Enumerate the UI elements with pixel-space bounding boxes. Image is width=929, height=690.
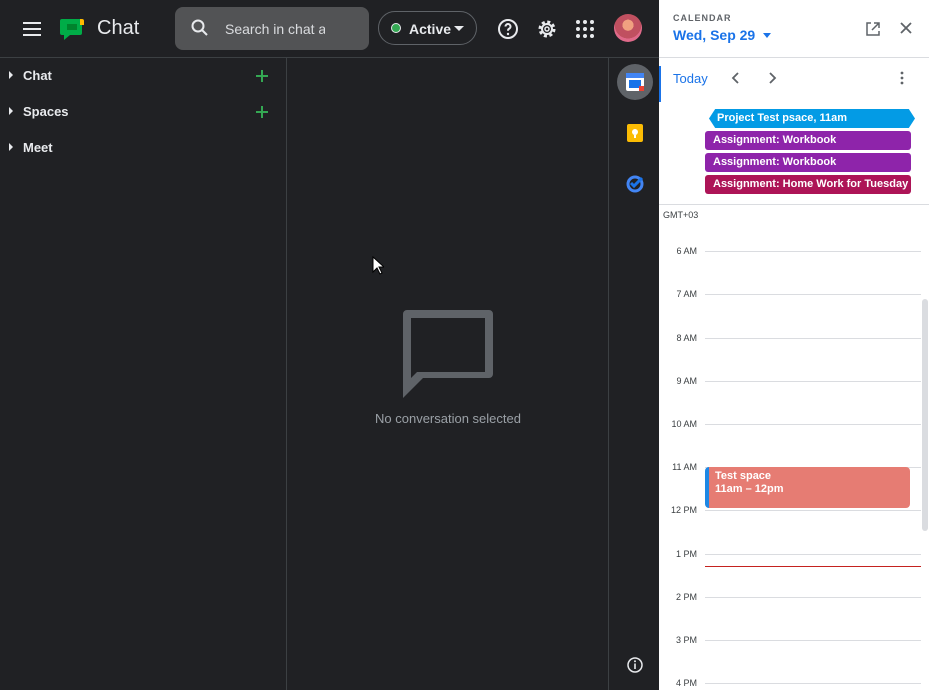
nav-section-meet[interactable]: Meet: [0, 130, 287, 166]
hour-line: [705, 251, 921, 252]
hour-line: [705, 424, 921, 425]
more-vert-icon[interactable]: [895, 71, 909, 85]
search-icon[interactable]: [190, 18, 210, 38]
add-chat-icon[interactable]: [253, 67, 271, 85]
status-dot: [391, 23, 401, 33]
tasks-icon[interactable]: [617, 165, 653, 201]
conversation-pane: No conversation selected: [288, 58, 608, 690]
calendar-event[interactable]: Test space 11am – 12pm: [705, 467, 910, 508]
event-title: Test space: [715, 470, 772, 482]
hour-label: 1 PM: [675, 549, 697, 559]
chat-bubble-icon: [403, 310, 493, 398]
nav-section-spaces[interactable]: Spaces: [0, 94, 287, 130]
hour-line: [705, 381, 921, 382]
left-nav: Chat Spaces Meet: [0, 58, 287, 690]
status-label: Active: [409, 21, 452, 37]
all-day-events: Project Test psace, 11am Assignment: Wor…: [659, 107, 929, 205]
chevron-left-icon[interactable]: [729, 71, 743, 85]
close-icon[interactable]: [899, 21, 913, 35]
hour-label: 6 AM: [676, 246, 697, 256]
event-time: 11am – 12pm: [715, 483, 784, 495]
open-in-new-icon[interactable]: [865, 21, 881, 37]
search-input[interactable]: [225, 19, 325, 39]
calendar-icon[interactable]: [617, 64, 653, 100]
hour-label: 12 PM: [670, 505, 697, 515]
hour-line: [705, 338, 921, 339]
chevron-down-icon[interactable]: [763, 33, 771, 38]
hour-line: [705, 510, 921, 511]
nav-label-meet: Meet: [23, 140, 53, 155]
hour-line: [705, 640, 921, 641]
today-button[interactable]: Today: [673, 71, 708, 86]
hour-label: 9 AM: [676, 376, 697, 386]
chevron-right-icon[interactable]: [9, 143, 13, 151]
nav-label-spaces: Spaces: [23, 104, 69, 119]
nav-section-chat[interactable]: Chat: [0, 58, 287, 94]
mouse-cursor-icon: [372, 256, 384, 275]
hour-label: 10 AM: [671, 419, 697, 429]
calendar-nav: Today: [659, 58, 929, 102]
avatar[interactable]: [614, 14, 642, 42]
menu-icon[interactable]: [20, 17, 44, 41]
gear-icon[interactable]: [535, 17, 559, 41]
all-day-event-chip[interactable]: Assignment: Workbook: [705, 131, 911, 150]
day-grid[interactable]: GMT+03 6 AM 7 AM 8 AM 9 AM 10 AM 11 AM 1…: [659, 205, 929, 690]
google-chat-logo[interactable]: [60, 16, 86, 42]
current-time-indicator: [705, 566, 921, 567]
hour-label: 3 PM: [675, 635, 697, 645]
hour-line: [705, 294, 921, 295]
chevron-right-icon[interactable]: [9, 107, 13, 115]
app-title: Chat: [97, 17, 140, 39]
calendar-header: CALENDAR Wed, Sep 29: [659, 0, 929, 58]
info-icon[interactable]: [617, 647, 653, 683]
keep-icon[interactable]: [617, 115, 653, 151]
hour-label: 4 PM: [675, 678, 697, 688]
hour-label: 8 AM: [676, 333, 697, 343]
hour-label: 2 PM: [675, 592, 697, 602]
help-icon[interactable]: [496, 17, 520, 41]
apps-grid-icon[interactable]: [573, 17, 597, 41]
top-bar: Chat Active: [0, 0, 659, 58]
chevron-right-icon[interactable]: [765, 71, 779, 85]
calendar-label: CALENDAR: [673, 13, 732, 23]
hour-line: [705, 597, 921, 598]
nav-label-chat: Chat: [23, 68, 52, 83]
hour-label: 11 AM: [672, 462, 697, 472]
add-space-icon[interactable]: [253, 103, 271, 121]
timezone-label: GMT+03: [663, 210, 699, 220]
active-indicator: [659, 66, 661, 102]
chevron-down-icon: [454, 26, 464, 31]
hour-label: 7 AM: [676, 289, 697, 299]
calendar-panel: CALENDAR Wed, Sep 29 Today Project Test …: [659, 0, 929, 690]
all-day-event-chip[interactable]: Assignment: Home Work for Tuesday (1: [705, 175, 911, 194]
hour-line: [705, 683, 921, 684]
chevron-right-icon[interactable]: [9, 71, 13, 79]
hour-line: [705, 554, 921, 555]
status-dropdown[interactable]: Active: [378, 11, 477, 45]
empty-state-text: No conversation selected: [375, 411, 521, 426]
scrollbar[interactable]: [922, 299, 928, 531]
all-day-event-chip[interactable]: Project Test psace, 11am: [709, 109, 915, 128]
side-rail: [608, 58, 659, 690]
all-day-event-chip[interactable]: Assignment: Workbook: [705, 153, 911, 172]
search-box[interactable]: [175, 7, 369, 50]
calendar-date-selector[interactable]: Wed, Sep 29: [673, 27, 755, 43]
